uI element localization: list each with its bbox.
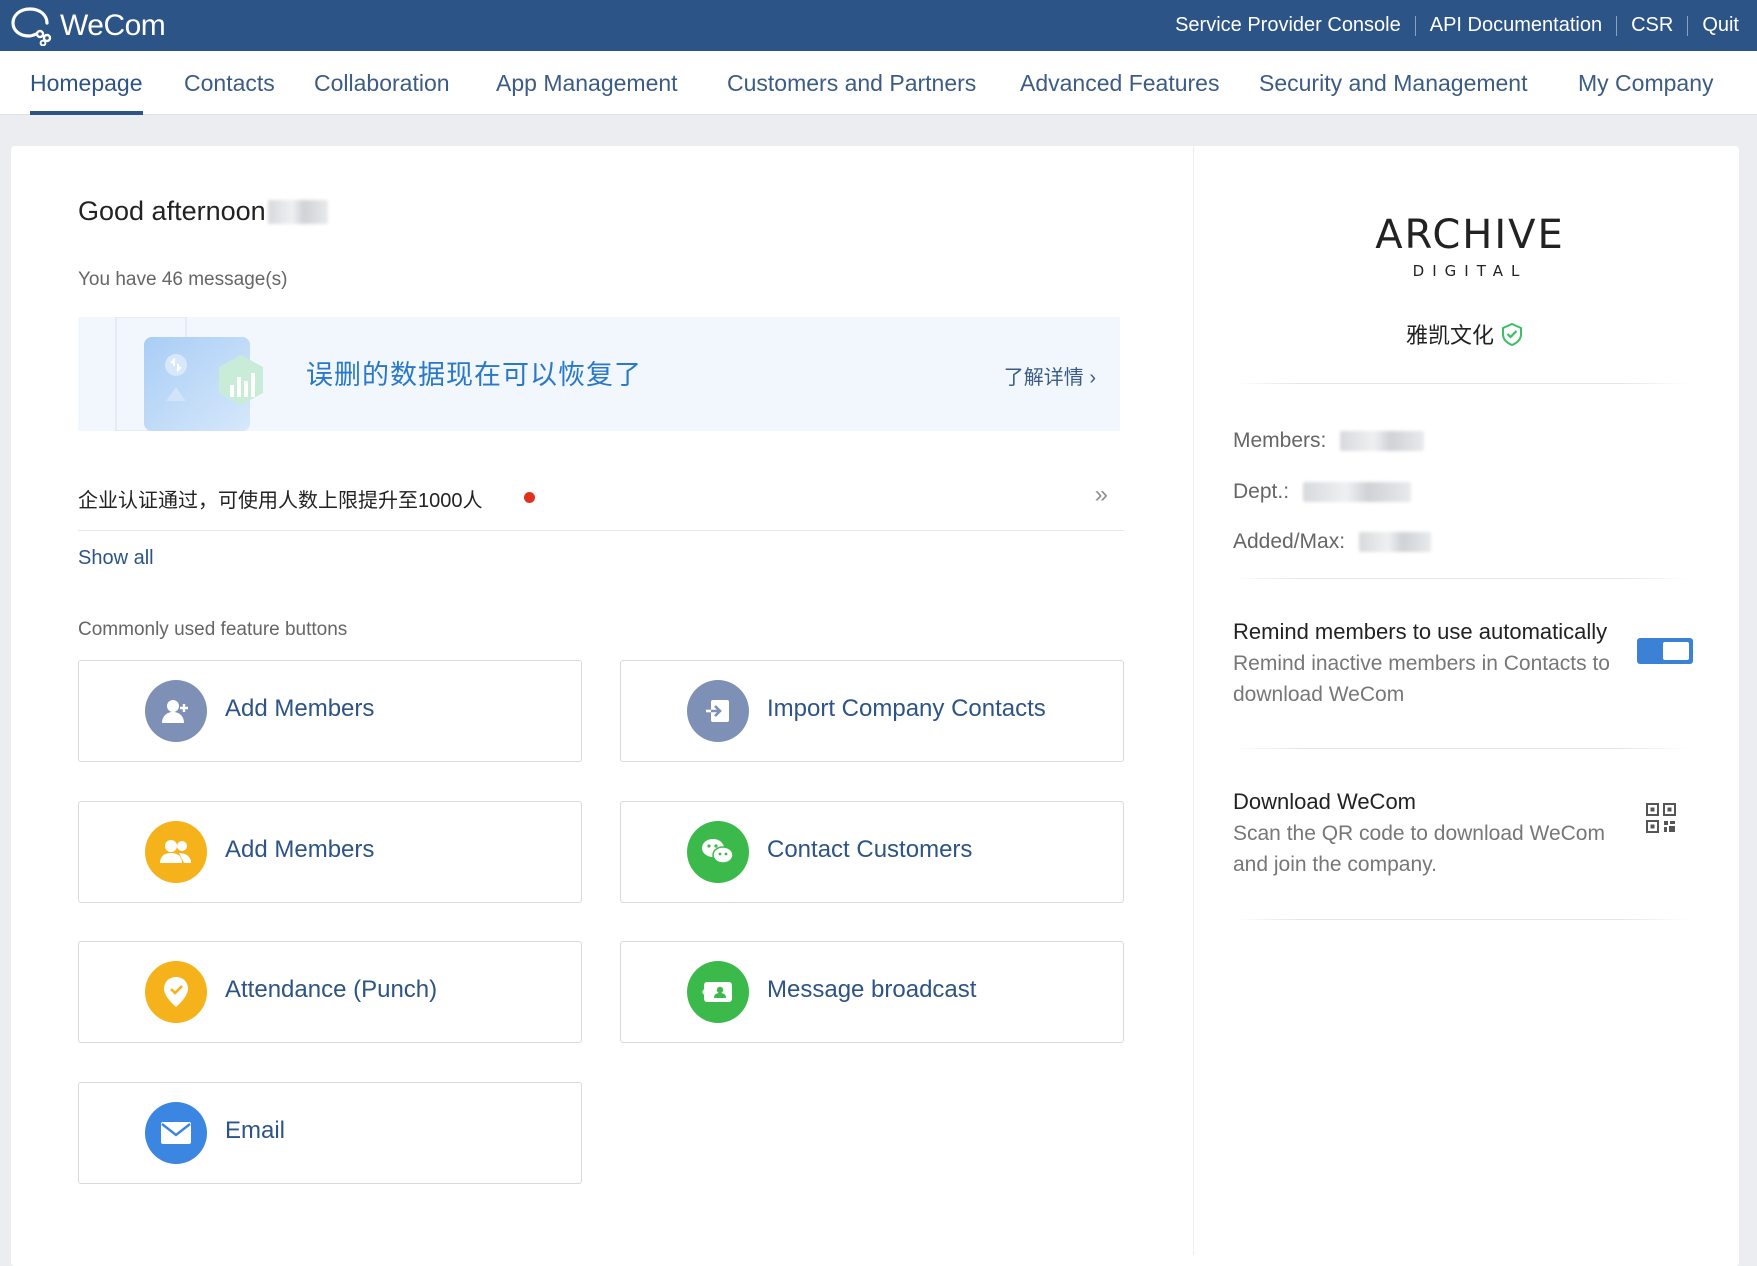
qr-code-icon[interactable] [1646,803,1676,833]
redacted-dept-value [1303,482,1412,502]
api-documentation-link[interactable]: API Documentation [1430,14,1602,37]
company-name-text: 雅凯文化 [1406,323,1495,348]
feature-label: Email [225,1117,286,1144]
verified-shield-icon [1502,322,1523,346]
notice-item[interactable]: 企业认证通过，可使用人数上限提升至1000人 » [78,471,1124,531]
greeting-text: Good afternoon [78,196,266,226]
tab-app-management[interactable]: App Management [496,51,678,115]
group-icon [145,821,207,883]
add-members-group-button[interactable]: Add Members [78,801,582,903]
svg-text:DIGITAL: DIGITAL [1413,262,1528,280]
dept-stat: Dept.: [1233,480,1412,504]
remind-members-desc-line-2: download WeCom [1233,683,1405,706]
download-wecom-title: Download WeCom [1233,789,1417,814]
tab-contacts[interactable]: Contacts [184,51,275,115]
redacted-members-value [1340,431,1425,451]
quit-link[interactable]: Quit [1702,14,1739,37]
added-max-label: Added/Max: [1233,530,1346,553]
contact-customers-button[interactable]: Contact Customers [620,801,1124,903]
main-nav: Homepage Contacts Collaboration App Mana… [0,51,1757,115]
tab-collaboration[interactable]: Collaboration [314,51,450,115]
location-check-icon [145,961,207,1023]
redacted-added-max-value [1359,532,1432,552]
show-all-link[interactable]: Show all [78,547,154,570]
feature-label: Add Members [225,836,375,863]
data-recovery-banner[interactable]: 误删的数据现在可以恢复了 了解详情 › [78,317,1120,431]
add-user-icon [145,680,207,742]
company-logo: ARCHIVE DIGITAL [1375,212,1565,280]
remind-members-toggle[interactable] [1637,638,1693,664]
attendance-punch-button[interactable]: Attendance (Punch) [78,941,582,1043]
section-divider [1233,748,1689,749]
features-section-title: Commonly used feature buttons [78,619,348,640]
mail-icon [145,1102,207,1164]
wecom-logo[interactable]: WeCom [10,6,166,46]
toggle-knob [1663,642,1689,660]
top-links: Service Provider Console API Documentati… [1175,0,1739,51]
message-broadcast-button[interactable]: Message broadcast [620,941,1124,1043]
double-chevron-right-icon[interactable]: » [1095,481,1108,509]
message-count[interactable]: You have 46 message(s) [78,269,287,291]
app-name: WeCom [60,9,166,42]
feature-label: Import Company Contacts [767,695,1046,722]
tab-security-and-management[interactable]: Security and Management [1259,51,1528,115]
panel-divider [1193,146,1194,1255]
broadcast-icon [687,961,749,1023]
email-button[interactable]: Email [78,1082,582,1184]
redacted-user-name [267,199,328,224]
banner-text: 误删的数据现在可以恢复了 [306,360,642,390]
greeting: Good afternoon [78,196,328,227]
data-recovery-illustration [115,317,263,431]
link-separator [1414,15,1416,36]
section-divider [1233,578,1689,579]
members-label: Members: [1233,429,1327,452]
feature-label: Attendance (Punch) [225,976,438,1003]
tab-my-company[interactable]: My Company [1578,51,1713,115]
company-name: 雅凯文化 [1406,318,1524,350]
section-divider [1233,383,1689,384]
download-wecom-desc-line-2: and join the company. [1233,853,1437,876]
added-max-stat: Added/Max: [1233,530,1432,554]
csr-link[interactable]: CSR [1631,14,1673,37]
tab-customers-and-partners[interactable]: Customers and Partners [727,51,976,115]
feature-label: Message broadcast [767,976,977,1003]
link-separator [1616,15,1618,36]
notice-text: 企业认证通过，可使用人数上限提升至1000人 [78,490,483,512]
top-bar: WeCom Service Provider Console API Docum… [0,0,1757,51]
feature-label: Add Members [225,695,375,722]
remind-members-title: Remind members to use automatically [1233,619,1608,644]
section-divider [1233,919,1689,920]
tab-advanced-features[interactable]: Advanced Features [1020,51,1219,115]
link-separator [1687,15,1689,36]
unread-dot [524,492,535,503]
wechat-icon [687,821,749,883]
wecom-logo-icon [11,7,52,46]
dept-label: Dept.: [1233,480,1290,503]
feature-label: Contact Customers [767,836,973,863]
import-icon [687,680,749,742]
svg-text:ARCHIVE: ARCHIVE [1375,212,1565,258]
banner-learn-more-link[interactable]: 了解详情 › [1004,361,1096,390]
add-members-button[interactable]: Add Members [78,660,582,762]
download-wecom-desc-line-1: Scan the QR code to download WeCom [1233,822,1605,845]
remind-members-desc-line-1: Remind inactive members in Contacts to [1233,652,1610,675]
import-company-contacts-button[interactable]: Import Company Contacts [620,660,1124,762]
tab-homepage[interactable]: Homepage [30,51,143,115]
service-provider-console-link[interactable]: Service Provider Console [1175,14,1401,37]
members-stat: Members: [1233,429,1425,453]
